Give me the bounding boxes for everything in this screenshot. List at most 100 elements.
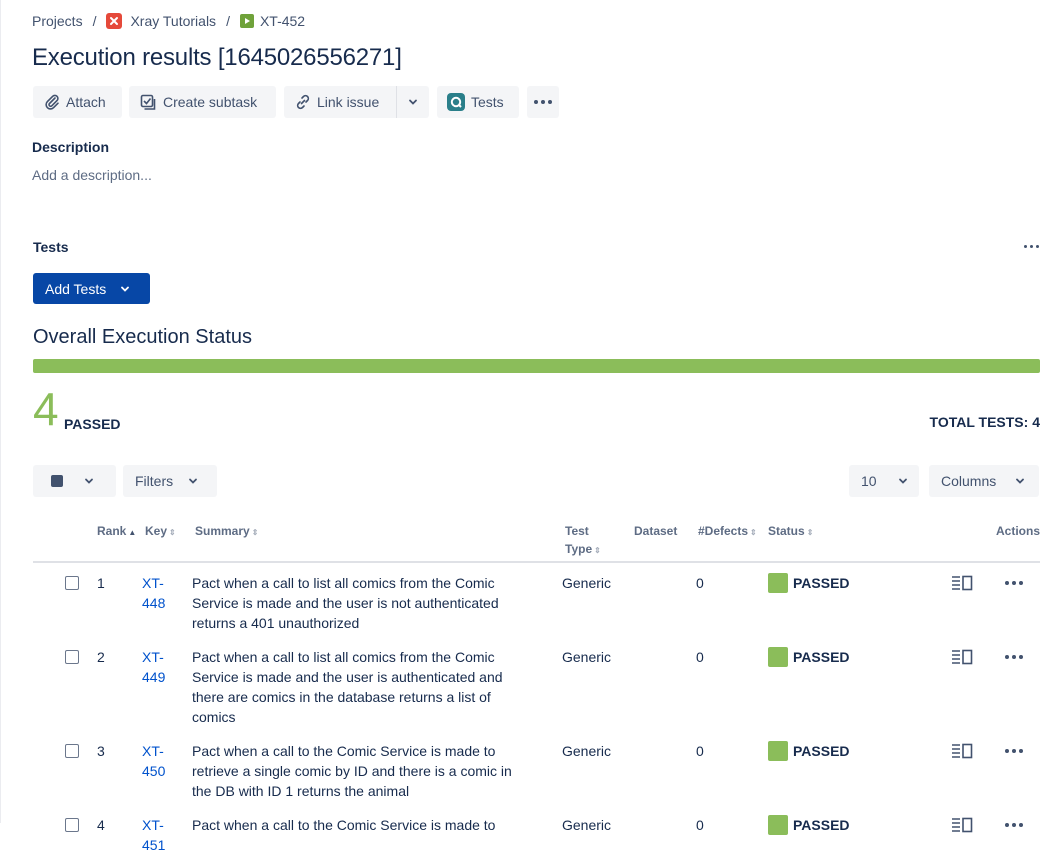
total-tests: TOTAL TESTS: 4 [929, 414, 1040, 430]
breadcrumb-issue[interactable]: XT-452 [239, 13, 305, 29]
link-issue-dropdown-button[interactable] [397, 86, 429, 118]
sort-icon: ⇕ [750, 528, 757, 537]
columns-button[interactable]: Columns [929, 465, 1039, 497]
execution-details-icon[interactable] [951, 649, 973, 670]
execution-details-icon[interactable] [951, 575, 973, 596]
sort-icon: ⇕ [251, 528, 259, 537]
row-summary: Pact when a call to the Comic Service is… [192, 741, 512, 801]
column-header-status[interactable]: Status ⇕ [768, 522, 813, 542]
status-header-label: Status [768, 524, 805, 538]
link-icon [296, 94, 310, 110]
filters-button[interactable]: Filters [123, 465, 217, 497]
row-more-icon[interactable] [1005, 823, 1023, 827]
description-field[interactable]: Add a description... [32, 167, 152, 183]
create-subtask-button[interactable]: Create subtask [129, 86, 276, 118]
bulk-select-dropdown[interactable] [33, 465, 116, 497]
chevron-down-icon [409, 99, 417, 105]
overall-execution-status-title: Overall Execution Status [33, 326, 252, 348]
row-key-prefix: XT- [142, 649, 164, 665]
passed-count: 4 [33, 383, 59, 435]
breadcrumb-projects[interactable]: Projects [32, 13, 83, 29]
row-summary-line: retrieve a single comic by ID and there … [192, 763, 512, 779]
column-header-actions: Actions [996, 524, 1041, 538]
row-key-number: 449 [142, 669, 166, 685]
sort-icon: ⇕ [169, 528, 176, 537]
row-summary-line: comics [192, 709, 236, 725]
tests-button[interactable]: Tests [437, 86, 519, 118]
execution-details-icon[interactable] [951, 817, 973, 838]
passed-status-square-icon [768, 815, 788, 835]
row-key-link[interactable]: XT- 451 [142, 815, 165, 855]
row-key-link[interactable]: XT- 450 [142, 741, 165, 781]
link-issue-button[interactable]: Link issue [284, 86, 396, 118]
row-status-label: PASSED [793, 575, 850, 591]
column-header-key[interactable]: Key ⇕ [145, 522, 176, 542]
breadcrumb: Projects / Xray Tutorials / XT-452 [32, 11, 305, 31]
row-summary: Pact when a call to list all comics from… [192, 573, 499, 633]
key-header-label: Key [145, 524, 168, 538]
row-defects: 0 [696, 817, 704, 833]
row-key-link[interactable]: XT- 449 [142, 647, 165, 687]
status-badge: PASSED [768, 647, 850, 667]
row-summary: Pact when a call to list all comics from… [192, 647, 503, 727]
defects-header-label: #Defects [698, 524, 749, 538]
breadcrumb-separator: / [226, 13, 230, 29]
attach-button[interactable]: Attach [33, 86, 122, 118]
paperclip-icon [45, 94, 59, 110]
select-square-icon [51, 475, 63, 487]
breadcrumb-project[interactable]: Xray Tutorials [106, 13, 216, 29]
row-key-prefix: XT- [142, 743, 164, 759]
row-summary-line: Service is made and the user is authenti… [192, 669, 503, 685]
rank-header-label: Rank [97, 524, 127, 538]
create-subtask-label: Create subtask [163, 94, 258, 110]
left-border [0, 0, 1, 823]
row-rank: 2 [97, 649, 105, 665]
row-key-number: 448 [142, 595, 166, 611]
row-more-icon[interactable] [1005, 655, 1023, 659]
row-more-icon[interactable] [1005, 749, 1023, 753]
status-badge: PASSED [768, 573, 850, 593]
xray-logo-icon [106, 13, 123, 29]
chevron-down-icon [898, 478, 907, 484]
add-tests-label: Add Tests [45, 280, 107, 297]
chevron-down-icon [121, 286, 130, 292]
row-checkbox[interactable] [65, 650, 79, 664]
row-defects: 0 [696, 743, 704, 759]
row-test-type: Generic [562, 575, 612, 591]
row-summary-line: there are comics in the database returns… [192, 689, 491, 705]
passed-status-square-icon [768, 573, 788, 593]
filters-label: Filters [135, 473, 174, 489]
row-key-number: 451 [142, 837, 166, 853]
row-checkbox[interactable] [65, 744, 79, 758]
execution-progress-bar [33, 359, 1040, 373]
attach-label: Attach [66, 94, 106, 110]
execution-details-icon[interactable] [951, 743, 973, 764]
row-key-number: 450 [142, 763, 166, 779]
tests-section-more-icon[interactable] [1024, 245, 1039, 248]
chevron-down-icon [189, 478, 198, 484]
row-rank: 1 [97, 575, 105, 591]
more-actions-button[interactable] [527, 86, 559, 118]
row-more-icon[interactable] [1005, 581, 1023, 585]
sort-icon: ⇕ [594, 546, 601, 555]
row-summary-line: Pact when a call to the Comic Service is… [192, 817, 496, 833]
test-type-header-line1: Test [565, 524, 589, 538]
column-header-test-type[interactable]: Test Type ⇕ [565, 522, 601, 560]
row-checkbox[interactable] [65, 576, 79, 590]
link-issue-label: Link issue [317, 94, 380, 110]
row-status-label: PASSED [793, 817, 850, 833]
column-header-summary[interactable]: Summary ⇕ [195, 522, 258, 542]
page-size-select[interactable]: 10 [849, 465, 919, 497]
add-tests-button[interactable]: Add Tests [33, 273, 150, 304]
row-summary: Pact when a call to the Comic Service is… [192, 815, 495, 835]
status-badge: PASSED [768, 815, 850, 835]
sort-icon: ⇕ [806, 528, 814, 537]
row-status-label: PASSED [793, 743, 850, 759]
row-summary-line: Pact when a call to list all comics from… [192, 575, 495, 591]
row-checkbox[interactable] [65, 818, 79, 832]
table-header-divider [33, 561, 1040, 563]
execution-progress-fill [33, 359, 1040, 373]
column-header-rank[interactable]: Rank ▲ [97, 522, 136, 542]
column-header-defects[interactable]: #Defects ⇕ [698, 522, 757, 542]
row-key-link[interactable]: XT- 448 [142, 573, 165, 613]
